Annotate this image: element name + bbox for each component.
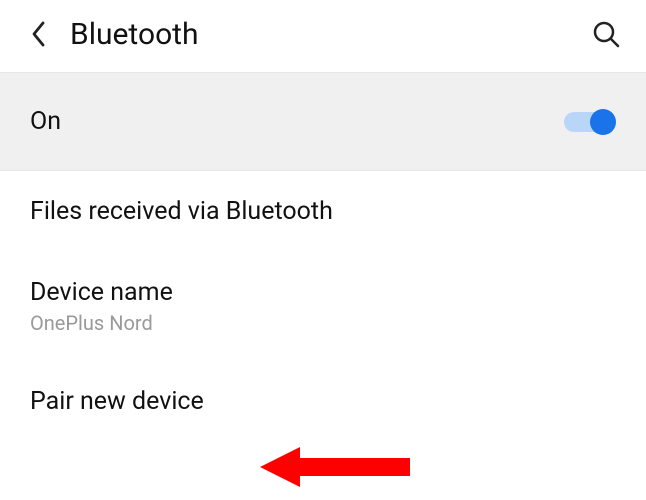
search-button[interactable] xyxy=(586,14,626,54)
files-received-label: Files received via Bluetooth xyxy=(30,197,616,226)
back-button[interactable] xyxy=(20,16,56,52)
search-icon xyxy=(591,19,621,49)
device-name-item[interactable]: Device name OnePlus Nord xyxy=(0,252,646,361)
page-title: Bluetooth xyxy=(70,17,586,52)
device-name-value: OnePlus Nord xyxy=(30,311,616,335)
annotation-arrow-icon xyxy=(260,442,410,492)
device-name-label: Device name xyxy=(30,278,616,307)
pair-new-device-label: Pair new device xyxy=(30,387,616,416)
chevron-left-icon xyxy=(30,20,46,48)
bluetooth-toggle-row[interactable]: On xyxy=(0,72,646,171)
app-header: Bluetooth xyxy=(0,0,646,72)
bluetooth-state-label: On xyxy=(30,107,61,136)
toggle-thumb xyxy=(590,109,616,135)
bluetooth-toggle-switch[interactable] xyxy=(564,109,616,135)
files-received-item[interactable]: Files received via Bluetooth xyxy=(0,171,646,252)
pair-new-device-item[interactable]: Pair new device xyxy=(0,361,646,442)
